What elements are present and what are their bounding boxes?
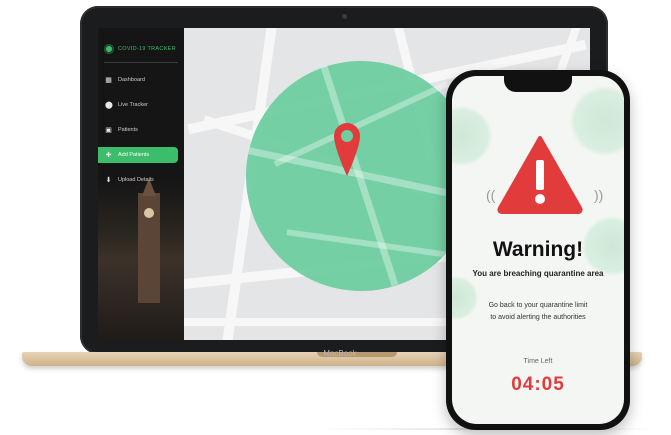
location-pin-icon[interactable] [332,118,362,178]
laptop-model-label: MacBook [323,349,357,358]
sidebar-item-dashboard[interactable]: ▦ Dashboard [98,72,184,88]
sidebar-item-label: Add Patients [118,152,150,158]
warning-icon [497,136,583,214]
warning-message: Go back to your quarantine limit to avoi… [452,300,624,324]
upload-icon: ⬇ [105,176,112,184]
brand-name: COVID-19 TRACKER [118,46,176,52]
sidebar-nav: ▦ Dashboard ⬤ Live Tracker ▣ Patients ✚ … [98,72,184,197]
warning-subtitle: You are breaching quarantine area [472,269,604,278]
add-user-icon: ✚ [105,151,112,159]
virus-decoration-icon [452,106,492,166]
webcam-icon [342,14,347,19]
sidebar-item-add-patients[interactable]: ✚ Add Patients [98,147,178,163]
warning-message-line: Go back to your quarantine limit [488,302,588,309]
phone-frame: (( )) Warning! You are breaching quarant… [446,70,630,430]
floor-shadow [320,428,660,430]
sidebar-item-upload-details[interactable]: ⬇ Upload Details [98,172,184,188]
sidebar-item-label: Upload Details [118,177,154,183]
location-pin-icon: ⬤ [105,101,113,109]
id-card-icon: ▣ [105,126,112,134]
signal-waves-left-icon: (( [486,187,496,203]
grid-icon: ▦ [105,76,112,84]
time-left-value: 04:05 [511,374,565,395]
warning-title: Warning! [492,238,584,261]
sidebar-item-label: Live Tracker [118,102,148,108]
zone-road [286,229,456,259]
sidebar: COVID-19 TRACKER ▦ Dashboard ⬤ Live Trac… [98,28,184,340]
virus-logo-icon [104,44,114,54]
sidebar-divider [104,62,178,63]
sidebar-item-label: Dashboard [118,77,145,83]
warning-message-line: to avoid alerting the authorities [490,314,586,321]
brand[interactable]: COVID-19 TRACKER [104,44,176,54]
signal-waves-right-icon: )) [594,187,604,203]
time-left-label: Time Left [523,358,553,365]
sidebar-item-patients[interactable]: ▣ Patients [98,122,184,138]
clock-face [144,208,154,218]
phone-screen: (( )) Warning! You are breaching quarant… [452,76,624,424]
phone-notch [504,76,572,92]
sidebar-item-label: Patients [118,127,138,133]
sidebar-item-live-tracker[interactable]: ⬤ Live Tracker [98,97,184,113]
